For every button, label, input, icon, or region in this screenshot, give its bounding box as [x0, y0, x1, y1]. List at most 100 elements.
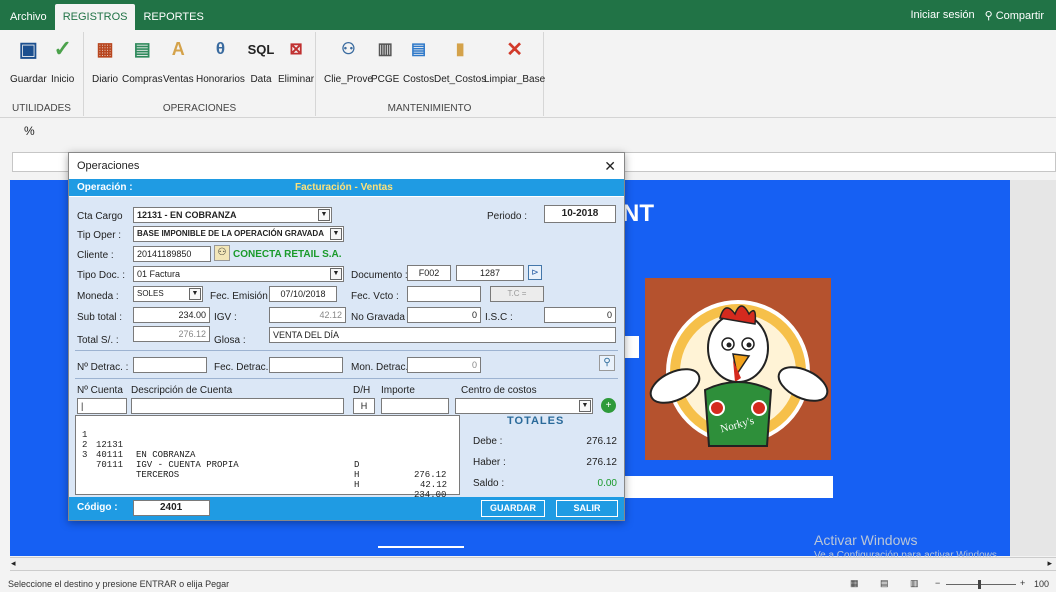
haber-label: Haber : [473, 457, 506, 468]
zoom-out-icon[interactable]: − [935, 578, 940, 588]
tip-oper-label: Tip Oper : [77, 230, 122, 241]
group-operaciones: ▦ Diario ▤ Compras A Ventas θ Honorarios… [84, 32, 316, 116]
limpiar-base-button[interactable]: ✕ Limpiar_Base [484, 38, 545, 86]
col-importe: Importe [381, 385, 415, 396]
fec-detrac-label: Fec. Detrac. : [214, 362, 275, 373]
guardar-button[interactable]: ▣ Guardar [10, 38, 47, 86]
percent-style-button[interactable]: % [24, 124, 35, 138]
search-detrac-icon[interactable]: ⚲ [599, 355, 615, 371]
tipo-doc-select[interactable]: 01 Factura ▼ [133, 266, 344, 282]
tab-reportes[interactable]: REPORTES [135, 4, 211, 30]
page-layout-icon[interactable]: ▤ [880, 578, 889, 589]
sheet-cell[interactable] [625, 336, 639, 358]
mon-detrac-label: Mon. Detrac. : [351, 362, 414, 373]
moneda-select[interactable]: SOLES ▼ [133, 286, 203, 302]
tip-oper-select[interactable]: BASE IMPONIBLE DE LA OPERACIÓN GRAVADA ▼ [133, 226, 344, 242]
cuenta-input[interactable]: | [77, 398, 127, 414]
total-field[interactable]: 276.12 [133, 326, 210, 342]
horizontal-scrollbar[interactable]: ◂ ▸ [10, 557, 1056, 571]
group-utilidades: ▣ Guardar ✓ Inicio UTILIDADES [0, 32, 84, 116]
total-label: Total S/. : [77, 335, 119, 346]
no-gravada-field[interactable]: 0 [407, 307, 481, 323]
add-line-icon[interactable]: + [601, 398, 616, 413]
close-button[interactable]: ✕ [604, 153, 616, 179]
costos-button[interactable]: ▤ Costos [403, 38, 434, 85]
inicio-button[interactable]: ✓ Inicio [51, 36, 74, 85]
list-item[interactable]: 2 40111 IGV - CUENTA PROPIA H 42.12 [76, 430, 447, 490]
group-label-operaciones: OPERACIONES [162, 103, 237, 114]
chevron-down-icon[interactable]: ▼ [330, 228, 342, 240]
list-item[interactable]: 3 70111 TERCEROS H 234.00 [76, 440, 446, 500]
eliminar-button[interactable]: ⊠ Eliminar [278, 38, 314, 85]
periodo-field[interactable]: 10-2018 [544, 205, 616, 223]
data-button[interactable]: SQL Data [248, 38, 275, 86]
zoom-in-icon[interactable]: + [1020, 578, 1025, 588]
sheet-heading: NT [622, 200, 654, 227]
guardar-dialog-button[interactable]: GUARDAR [481, 500, 545, 517]
compras-button[interactable]: ▤ Compras [122, 38, 163, 86]
pcge-icon: ▥ [377, 41, 393, 58]
group-label-utilidades: UTILIDADES [12, 103, 71, 114]
tc-button[interactable]: T.C = [490, 286, 544, 302]
group-mantenimiento: ⚇ Clie_Prove ▥ PCGE ▤ Costos ▮ Det_Costo… [316, 32, 545, 116]
status-bar: Seleccione el destino y presione ENTRAR … [0, 578, 1056, 592]
list-item[interactable]: 1 12131 EN COBRANZA D 276.12 [76, 420, 446, 480]
cliente-name: CONECTA RETAIL S.A. [233, 249, 342, 260]
normal-view-icon[interactable]: ▦ [850, 578, 859, 589]
igv-field[interactable]: 42.12 [269, 307, 346, 323]
isc-field[interactable]: 0 [544, 307, 616, 323]
tab-archivo[interactable]: Archivo [2, 4, 55, 30]
debe-value: 276.12 [586, 436, 617, 447]
descripcion-input[interactable] [131, 398, 344, 414]
operation-value: Facturación - Ventas [295, 182, 393, 193]
chevron-down-icon[interactable]: ▼ [579, 400, 591, 412]
diario-button[interactable]: ▦ Diario [92, 38, 118, 86]
det-costos-button[interactable]: ▮ Det_Costos [434, 38, 486, 85]
fec-vcto-field[interactable] [407, 286, 481, 302]
cliente-label: Cliente : [77, 250, 114, 261]
clie-prove-button[interactable]: ⚇ Clie_Prove [324, 38, 373, 85]
salir-button[interactable]: SALIR [556, 500, 618, 517]
scroll-left-icon[interactable]: ◂ [11, 558, 16, 569]
no-gravada-label: No Gravada : [351, 312, 411, 323]
dialog-titlebar: Operaciones ✕ [69, 153, 624, 179]
dh-input[interactable]: H [353, 398, 375, 414]
scroll-right-icon[interactable]: ▸ [1047, 558, 1052, 569]
chevron-down-icon[interactable]: ▼ [318, 209, 330, 221]
n-detrac-field[interactable] [133, 357, 207, 373]
ventas-button[interactable]: A Ventas [163, 38, 194, 86]
document-lookup-icon[interactable]: ⊳ [528, 265, 542, 280]
centro-costos-select[interactable]: ▼ [455, 398, 593, 414]
operation-label: Operación : [77, 182, 133, 193]
cta-cargo-select[interactable]: 12131 - EN COBRANZA ▼ [133, 207, 332, 223]
activation-watermark-title: Activar Windows [814, 532, 918, 548]
col-cuenta: Nº Cuenta [77, 385, 123, 396]
codigo-field[interactable]: 2401 [133, 500, 210, 516]
search-client-icon[interactable]: ⚇ [214, 245, 230, 261]
pcge-button[interactable]: ▥ PCGE [371, 38, 399, 85]
chevron-down-icon[interactable]: ▼ [330, 268, 342, 280]
fec-detrac-field[interactable] [269, 357, 343, 373]
documento-serie-field[interactable]: F002 [407, 265, 451, 281]
share-button[interactable]: ⚲ Compartir [985, 9, 1054, 22]
honorarios-button[interactable]: θ Honorarios [196, 38, 245, 85]
group-label-mantenimiento: MANTENIMIENTO [387, 103, 472, 114]
signin-link[interactable]: Iniciar sesión [910, 9, 974, 21]
mon-detrac-field[interactable]: 0 [407, 357, 481, 373]
glosa-field[interactable]: VENTA DEL DÍA [269, 327, 616, 343]
importe-input[interactable] [381, 398, 449, 414]
sub-total-field[interactable]: 234.00 [133, 307, 210, 323]
cliente-ruc-field[interactable]: 20141189850 [133, 246, 211, 262]
documento-numero-field[interactable]: 1287 [456, 265, 524, 281]
number-format-row: % [0, 118, 1056, 152]
page-break-icon[interactable]: ▥ [910, 578, 919, 589]
accounts-list[interactable]: 1 12131 EN COBRANZA D 276.12 2 40111 IGV… [75, 415, 460, 500]
chevron-down-icon[interactable]: ▼ [189, 288, 201, 300]
sheet-cell[interactable] [625, 476, 833, 498]
tab-registros[interactable]: REGISTROS [54, 4, 136, 30]
zoom-slider-thumb[interactable] [978, 580, 981, 589]
zoom-slider[interactable] [946, 584, 1016, 585]
users-icon: ⚇ [341, 41, 356, 58]
fec-emision-field[interactable]: 07/10/2018 [269, 286, 337, 302]
n-detrac-label: Nº Detrac. : [77, 362, 129, 373]
